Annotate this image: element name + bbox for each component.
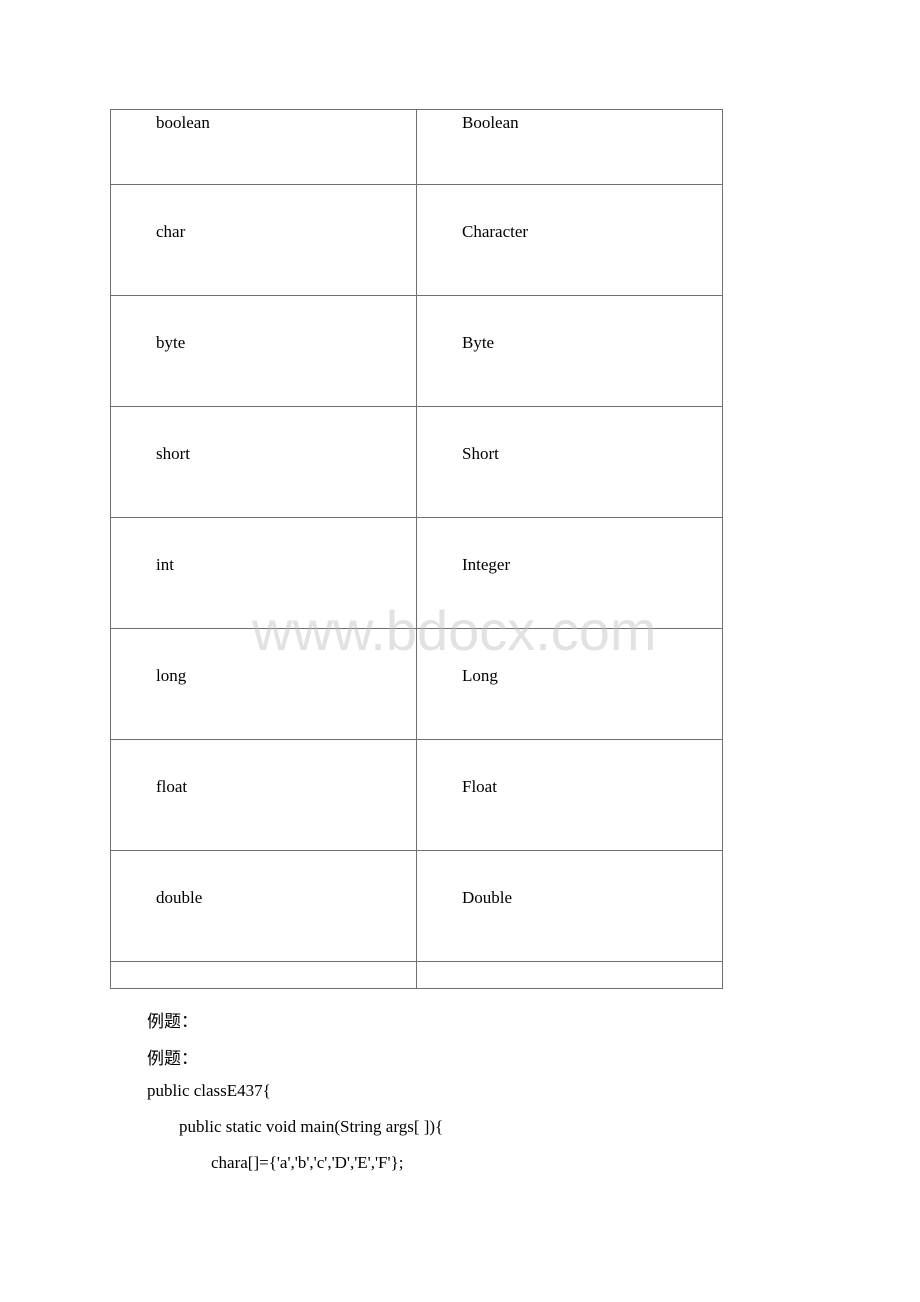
code-line: public classE437{ — [147, 1081, 271, 1100]
table-row: double Double — [110, 850, 723, 962]
table-row: long Long — [110, 628, 723, 740]
primitive-cell: long — [110, 628, 417, 740]
example-heading: 例题： — [147, 1049, 198, 1068]
wrapper-cell: Integer — [416, 517, 723, 629]
table-row — [110, 961, 723, 989]
wrapper-cell — [416, 961, 723, 989]
wrapper-cell: Short — [416, 406, 723, 518]
primitive-cell: int — [110, 517, 417, 629]
primitive-cell: short — [110, 406, 417, 518]
table-row: short Short — [110, 406, 723, 518]
code-line: chara[]={'a','b','c','D','E','F'}; — [211, 1153, 404, 1172]
code-line: public static void main(String args[ ]){ — [179, 1117, 444, 1136]
table-row: boolean Boolean — [110, 109, 723, 185]
primitive-cell — [110, 961, 417, 989]
type-wrapper-table: boolean Boolean char Character byte Byte… — [110, 109, 723, 989]
wrapper-cell: Character — [416, 184, 723, 296]
wrapper-cell: Boolean — [416, 109, 723, 185]
wrapper-cell: Double — [416, 850, 723, 962]
wrapper-cell: Byte — [416, 295, 723, 407]
primitive-cell: double — [110, 850, 417, 962]
primitive-cell: boolean — [110, 109, 417, 185]
table-row: char Character — [110, 184, 723, 296]
wrapper-cell: Long — [416, 628, 723, 740]
primitive-cell: byte — [110, 295, 417, 407]
table-row: byte Byte — [110, 295, 723, 407]
table-row: int Integer — [110, 517, 723, 629]
primitive-cell: char — [110, 184, 417, 296]
table-row: float Float — [110, 739, 723, 851]
wrapper-cell: Float — [416, 739, 723, 851]
example-heading: 例题： — [147, 1012, 198, 1031]
primitive-cell: float — [110, 739, 417, 851]
